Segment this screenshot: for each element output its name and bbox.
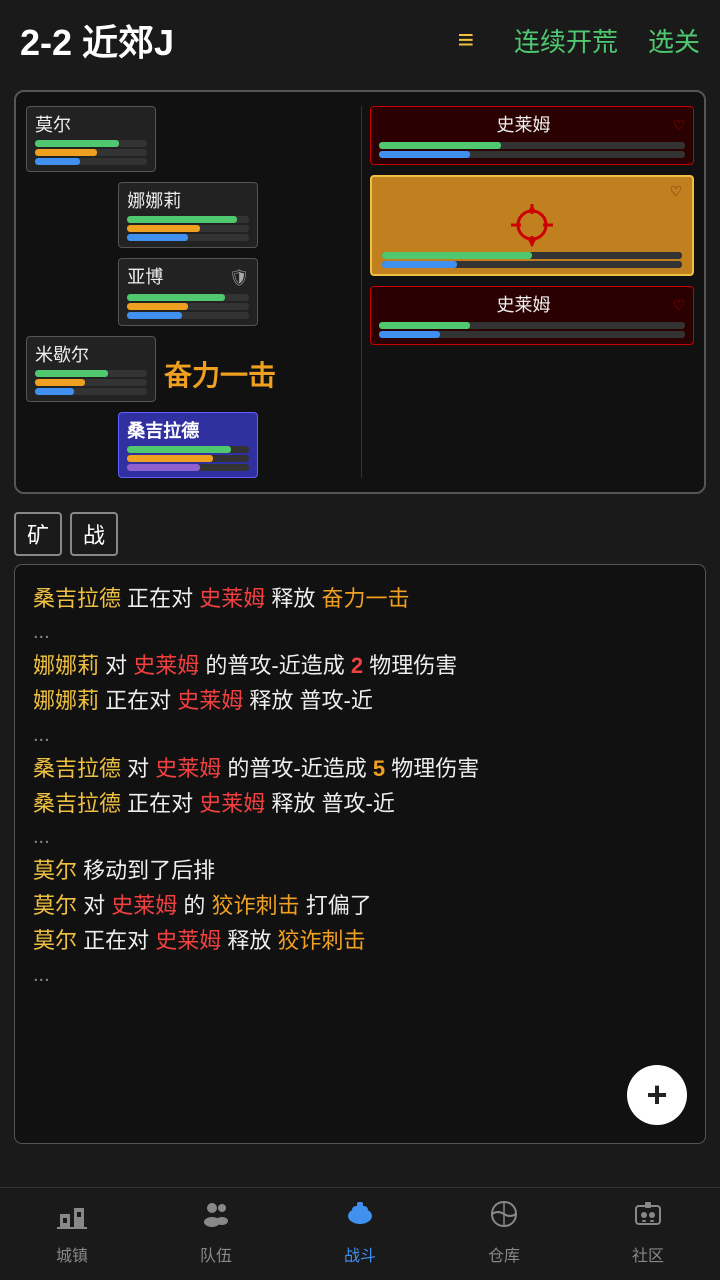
heart-icon-enemy1: ♡ [672, 117, 685, 134]
log-subject-4: 桑吉拉德 [33, 756, 121, 781]
log-dots-2: ... [33, 719, 687, 751]
team-left: 莫尔 娜娜莉 亚博 [26, 106, 351, 478]
shield-icon: 🛡 [229, 268, 249, 288]
log-line-7: 莫尔 对 史莱姆 的 狡诈刺击 打偏了 [33, 888, 687, 923]
plus-button[interactable]: + [627, 1065, 687, 1125]
char-card-sang[interactable]: 桑吉拉德 [118, 412, 258, 478]
heart-icon-targeted: ♡ [669, 183, 682, 200]
bottom-nav: 城镇 队伍 战斗 [0, 1187, 720, 1280]
nav-item-town[interactable]: 城镇 [56, 1198, 88, 1266]
log-line-3: 娜娜莉 正在对 史莱姆 释放 普攻-近 [33, 683, 687, 718]
log-area: 桑吉拉德 正在对 史莱姆 释放 奋力一击 ... 娜娜莉 对 史莱姆 的普攻-近… [14, 564, 706, 1144]
special-move-label: 奋力一击 [164, 354, 276, 394]
nav-item-team[interactable]: 队伍 [200, 1198, 232, 1266]
header: 2-2 近郊J ≡ 连续开荒 选关 [0, 0, 720, 80]
char-name-sang: 桑吉拉德 [127, 417, 249, 443]
log-skill-7: 狡诈刺击 [212, 893, 300, 918]
char-name-yabo: 亚博 [127, 263, 163, 289]
log-subject-6: 莫尔 [33, 858, 77, 883]
team-icon [200, 1198, 232, 1238]
log-line-1: 桑吉拉德 正在对 史莱姆 释放 奋力一击 [33, 581, 687, 616]
char-card-nanali[interactable]: 娜娜莉 [118, 182, 258, 248]
nav-label-town: 城镇 [56, 1242, 88, 1266]
tab-mine[interactable]: 矿 [14, 512, 62, 556]
char-card-yabo[interactable]: 亚博 🛡 [118, 258, 258, 326]
town-icon [56, 1198, 88, 1238]
nav-label-team: 队伍 [200, 1242, 232, 1266]
log-num-2: 2 [351, 653, 363, 678]
log-target-7: 史莱姆 [111, 893, 177, 918]
menu-icon[interactable]: ≡ [458, 24, 474, 56]
page-title: 2-2 近郊J [20, 14, 446, 66]
log-subject-7: 莫尔 [33, 893, 77, 918]
battle-area: 莫尔 娜娜莉 亚博 [14, 90, 706, 494]
char-name-nanali: 娜娜莉 [127, 187, 249, 213]
heart-icon-enemy2: ♡ [672, 297, 685, 314]
log-line-8: 莫尔 正在对 史莱姆 释放 狡诈刺击 [33, 923, 687, 958]
char-name-mike: 米歇尔 [35, 341, 147, 367]
char-card-targeted[interactable]: ♡ [370, 175, 695, 276]
log-subject-1: 桑吉拉德 [33, 586, 121, 611]
log-line-4: 桑吉拉德 对 史莱姆 的普攻-近造成 5 物理伤害 [33, 751, 687, 786]
log-target-8: 史莱姆 [155, 928, 221, 953]
log-subject-5: 桑吉拉德 [33, 791, 121, 816]
log-subject-2: 娜娜莉 [33, 653, 99, 678]
nav-item-battle[interactable]: 战斗 [344, 1198, 376, 1266]
log-subject-3: 娜娜莉 [33, 688, 99, 713]
log-num-4: 5 [373, 756, 385, 781]
log-subject-8: 莫尔 [33, 928, 77, 953]
log-dots-1: ... [33, 616, 687, 648]
char-name-enemy2: 史莱姆 [379, 291, 669, 317]
continue-explore-btn[interactable]: 连续开荒 [514, 22, 618, 59]
nav-label-community: 社区 [632, 1242, 664, 1266]
log-dots-4: ... [33, 959, 687, 991]
log-dots-3: ... [33, 821, 687, 853]
log-target-4: 史莱姆 [155, 756, 221, 781]
char-card-enemy1[interactable]: 史莱姆 ♡ [370, 106, 695, 165]
log-target-1: 史莱姆 [199, 586, 265, 611]
battle-icon [344, 1198, 376, 1238]
nav-item-community[interactable]: 社区 [632, 1198, 664, 1266]
storage-icon [488, 1198, 520, 1238]
log-line-5: 桑吉拉德 正在对 史莱姆 释放 普攻-近 [33, 786, 687, 821]
log-target-5: 史莱姆 [199, 791, 265, 816]
nav-label-battle: 战斗 [344, 1242, 376, 1266]
nav-item-storage[interactable]: 仓库 [488, 1198, 520, 1266]
char-card-enemy2[interactable]: 史莱姆 ♡ [370, 286, 695, 345]
select-level-btn[interactable]: 选关 [648, 22, 700, 59]
community-icon [632, 1198, 664, 1238]
log-line-2: 娜娜莉 对 史莱姆 的普攻-近造成 2 物理伤害 [33, 648, 687, 683]
log-skill-8: 狡诈刺击 [278, 928, 366, 953]
char-card-mike[interactable]: 米歇尔 [26, 336, 156, 402]
char-name-enemy1: 史莱姆 [379, 111, 669, 137]
team-right: 史莱姆 ♡ ♡ [361, 106, 695, 478]
tab-battle[interactable]: 战 [70, 512, 118, 556]
char-name-mor: 莫尔 [35, 111, 147, 137]
nav-label-storage: 仓库 [488, 1242, 520, 1266]
log-target-3: 史莱姆 [177, 688, 243, 713]
log-line-6: 莫尔 移动到了后排 [33, 853, 687, 888]
log-skill-1: 奋力一击 [322, 586, 410, 611]
log-target-2: 史莱姆 [133, 653, 199, 678]
crosshair-icon [507, 200, 557, 250]
tabs-row: 矿 战 [0, 504, 720, 564]
char-card-mor[interactable]: 莫尔 [26, 106, 156, 172]
